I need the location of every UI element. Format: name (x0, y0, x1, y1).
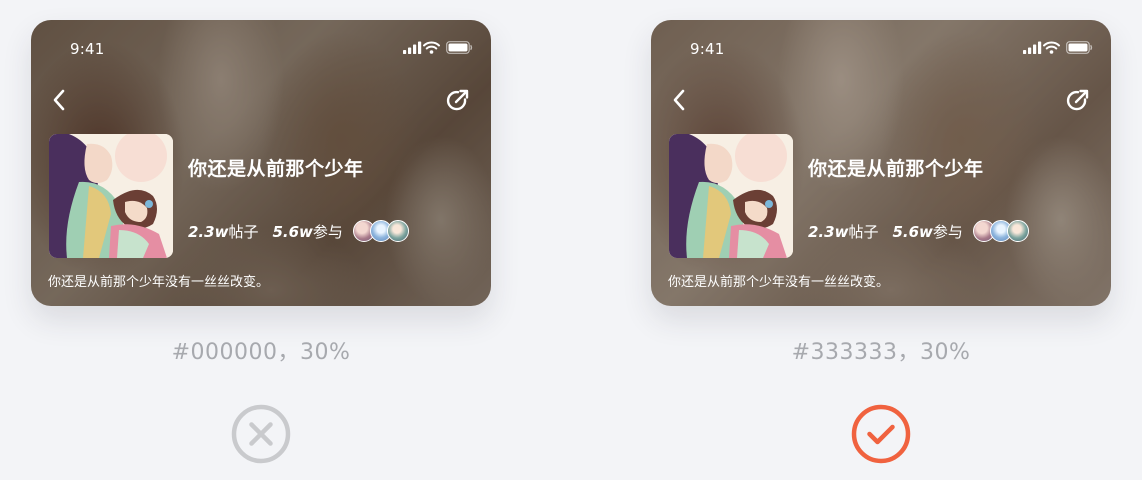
participant-avatars[interactable] (352, 220, 409, 242)
status-time: 9:41 (690, 40, 725, 58)
participants-count: 5.6w (892, 222, 933, 241)
participants-stat: 5.6w 参与 (272, 221, 342, 242)
battery-icon (446, 41, 473, 54)
battery-icon (1066, 41, 1093, 54)
topic-stats: 2.3w 帖子 5.6w 参与 (808, 220, 1029, 242)
participants-count: 5.6w (272, 222, 313, 241)
share-icon[interactable] (1065, 88, 1091, 114)
topic-title: 你还是从前那个少年 (188, 158, 364, 180)
share-icon[interactable] (445, 88, 471, 114)
participants-stat: 5.6w 参与 (892, 221, 962, 242)
topic-cover-image (669, 134, 793, 258)
participant-avatars[interactable] (972, 220, 1029, 242)
back-chevron-icon[interactable] (51, 88, 67, 112)
participants-label: 参与 (312, 222, 343, 241)
comparison-panel-left: 9:41 你还是从前那个少年 2.3w 帖子 5.6w 参与 你还是从前那个少年… (31, 20, 491, 464)
topic-header-card: 9:41 你还是从前那个少年 2.3w 帖子 5.6w 参与 你还是从前那个少年… (31, 20, 491, 306)
topic-title: 你还是从前那个少年 (808, 158, 984, 180)
posts-stat: 2.3w 帖子 (188, 221, 258, 242)
circle-check-icon (851, 404, 911, 464)
avatar (386, 220, 409, 242)
avatar (1006, 220, 1029, 242)
circle-x-icon (231, 404, 291, 464)
comparison-panel-right: 9:41 你还是从前那个少年 2.3w 帖子 5.6w 参与 你还是从前那个少年… (651, 20, 1111, 464)
topic-stats: 2.3w 帖子 5.6w 参与 (188, 220, 409, 242)
wifi-icon (1043, 41, 1060, 54)
topic-description: 你还是从前那个少年没有一丝丝改变。 (48, 275, 270, 290)
topic-header-card: 9:41 你还是从前那个少年 2.3w 帖子 5.6w 参与 你还是从前那个少年… (651, 20, 1111, 306)
posts-label: 帖子 (228, 222, 259, 241)
posts-count: 2.3w (808, 222, 849, 241)
posts-stat: 2.3w 帖子 (808, 221, 878, 242)
status-time: 9:41 (70, 40, 105, 58)
topic-cover-image (49, 134, 173, 258)
participants-label: 参与 (932, 222, 963, 241)
posts-count: 2.3w (188, 222, 229, 241)
back-chevron-icon[interactable] (671, 88, 687, 112)
posts-label: 帖子 (848, 222, 879, 241)
signal-icon (1023, 41, 1042, 54)
overlay-color-caption: #333333，30% (791, 340, 971, 365)
signal-icon (403, 41, 422, 54)
topic-description: 你还是从前那个少年没有一丝丝改变。 (668, 275, 890, 290)
wifi-icon (423, 41, 440, 54)
overlay-color-caption: #000000，30% (171, 340, 351, 365)
